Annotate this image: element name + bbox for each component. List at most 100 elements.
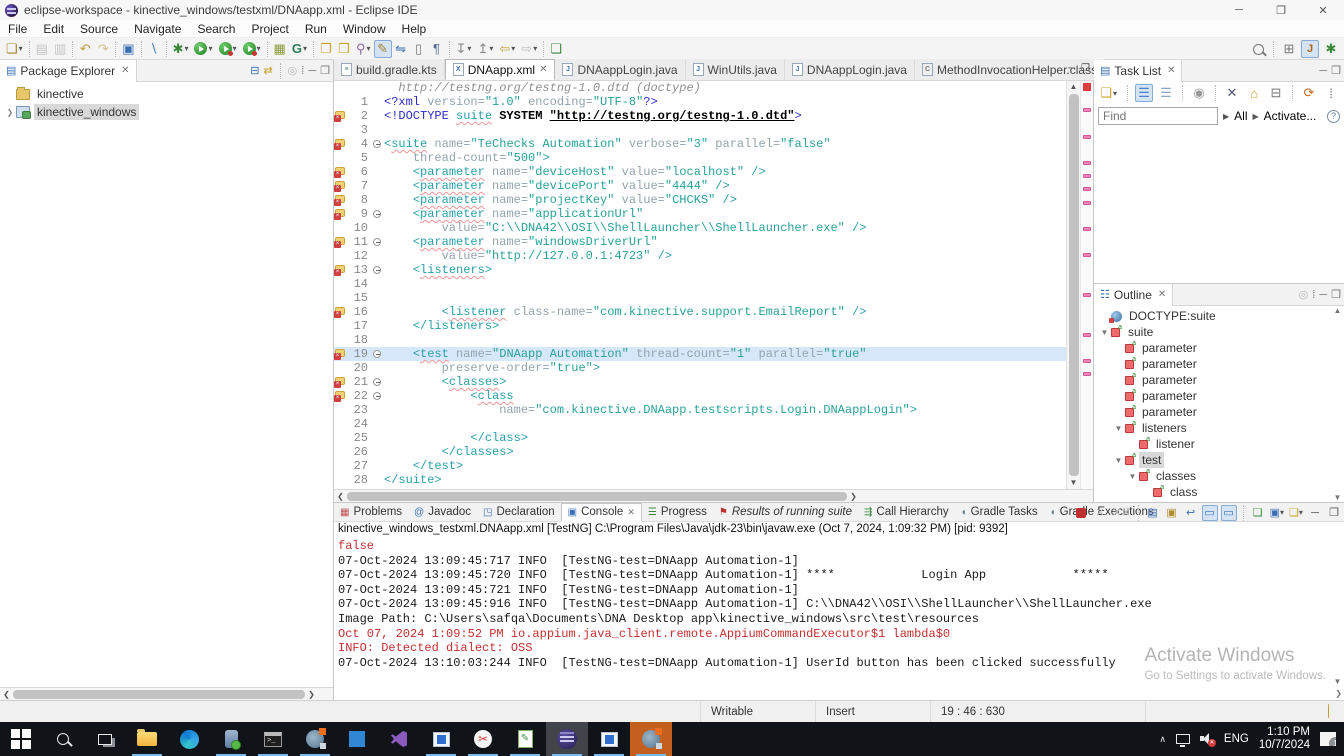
fold-minus-icon[interactable] <box>373 378 381 386</box>
menu-window[interactable]: Window <box>335 21 394 37</box>
close-icon[interactable]: ✕ <box>1167 65 1175 76</box>
close-button[interactable]: ✕ <box>1302 0 1344 20</box>
close-icon[interactable]: ✕ <box>1158 289 1166 300</box>
maximize-view-icon[interactable]: ❐ <box>1326 505 1342 521</box>
profile-icon[interactable]: ▾ <box>240 40 264 58</box>
view-tab-gradle-tasks[interactable]: ◖ Gradle Tasks <box>955 503 1044 522</box>
code-line[interactable]: 8 <parameter name="projectKey" value="CH… <box>334 193 1066 207</box>
minimize-view-icon[interactable]: ─ <box>1319 65 1327 77</box>
mark-occurrences-icon[interactable]: ∖ <box>145 40 163 58</box>
editor-tab-DNAappLogin.java[interactable]: J DNAappLogin.java <box>555 59 686 80</box>
tab-outline[interactable]: ☷ Outline ✕ <box>1094 283 1174 306</box>
open-new-window-icon[interactable]: ❏ <box>547 40 565 58</box>
remove-all-launches-icon[interactable]: ✕✕ <box>1111 505 1131 521</box>
debug-perspective-icon[interactable]: ✱ <box>1322 40 1340 58</box>
chevron-right-icon[interactable]: ❯ <box>4 108 16 117</box>
menu-help[interactable]: Help <box>394 21 435 37</box>
editor-tab-build.gradle.kts[interactable]: ≡ build.gradle.kts <box>334 59 445 80</box>
outline-item-parameter[interactable]: parameter <box>1094 340 1344 356</box>
terminate-icon[interactable] <box>1073 505 1089 521</box>
taskbar-task-view[interactable] <box>84 722 126 756</box>
outline-item-listener[interactable]: listener <box>1094 436 1344 452</box>
taskbar-vscode[interactable] <box>336 722 378 756</box>
code-line[interactable]: 17 </listeners> <box>334 319 1066 333</box>
tab-package-explorer[interactable]: ▤ Package Explorer ✕ <box>0 59 137 82</box>
taskbar-command-prompt[interactable]: >_ <box>252 722 294 756</box>
collapse-all-icon[interactable]: ⊟ <box>250 64 259 77</box>
group-by-category-icon[interactable]: ☰ <box>1135 84 1153 102</box>
outline-item-parameter[interactable]: parameter <box>1094 372 1344 388</box>
view-tab-problems[interactable]: ▦ Problems <box>334 503 408 522</box>
taskbar-appium[interactable] <box>294 722 336 756</box>
back-icon[interactable]: ⇦ ▾ <box>496 40 518 58</box>
code-line[interactable]: 6 <parameter name="deviceHost" value="lo… <box>334 165 1066 179</box>
annotation-mark[interactable] <box>1083 227 1091 231</box>
open-perspective-icon[interactable]: ⊞ <box>1280 40 1298 58</box>
prev-annotation-icon[interactable]: ↥ ▾ <box>474 40 496 58</box>
tree-item-kinective[interactable]: kinective <box>0 85 333 103</box>
code-line[interactable]: 3 <box>334 123 1066 137</box>
tree-item-kinective_windows[interactable]: ❯ kinective_windows <box>0 103 333 121</box>
code-line[interactable]: 26 </classes> <box>334 445 1066 459</box>
annotation-mark[interactable] <box>1083 174 1091 179</box>
code-line[interactable]: 5 thread-count="500"> <box>334 151 1066 165</box>
code-line[interactable]: 22 <class <box>334 389 1066 403</box>
close-icon[interactable]: ✕ <box>627 507 635 518</box>
taskbar-blue-app-2[interactable] <box>588 722 630 756</box>
editor-hscrollbar[interactable]: ❮ ❯ <box>334 489 1093 502</box>
menu-source[interactable]: Source <box>72 21 126 37</box>
minimize-button[interactable]: ─ <box>1218 0 1260 20</box>
taskbar-file-explorer[interactable] <box>126 722 168 756</box>
open-console-view-icon[interactable]: ▣ <box>119 40 137 58</box>
taskbar-search[interactable] <box>42 722 84 756</box>
chevron-down-icon[interactable]: ▼ <box>1098 328 1111 337</box>
view-tab-results-of-running-suite[interactable]: ⚑ Results of running suite <box>713 503 858 522</box>
save-icon[interactable]: ▤ <box>33 40 51 58</box>
view-tab-call-hierarchy[interactable]: ⇶ Call Hierarchy <box>858 503 955 522</box>
code-line[interactable]: 20 preserve-order="true"> <box>334 361 1066 375</box>
clear-icon[interactable]: ✕ <box>1223 84 1241 102</box>
maximize-button[interactable]: ❐ <box>1260 0 1302 20</box>
menu-navigate[interactable]: Navigate <box>126 21 189 37</box>
code-line[interactable]: 2<!DOCTYPE suite SYSTEM "http://testng.o… <box>334 109 1066 123</box>
code-line[interactable]: 10 value="C:\\DNA42\\OSI\\ShellLauncher\… <box>334 221 1066 235</box>
debug-icon[interactable]: ✱ ▾ <box>170 40 192 58</box>
view-tab-declaration[interactable]: ◳ Declaration <box>477 503 561 522</box>
minimize-editor-icon[interactable]: ─ <box>1068 63 1075 74</box>
fold-minus-icon[interactable] <box>373 266 381 274</box>
annotation-mark[interactable] <box>1083 359 1091 363</box>
menu-file[interactable]: File <box>0 21 35 37</box>
menu-run[interactable]: Run <box>297 21 335 37</box>
coverage-icon[interactable]: ▦ <box>271 40 289 58</box>
show-stdin-icon[interactable]: ▭ <box>1220 504 1237 521</box>
taskbar-visual-studio[interactable] <box>378 722 420 756</box>
word-wrap-icon[interactable]: ↩ <box>1183 505 1199 521</box>
show-selected-element-icon[interactable]: ▯ <box>410 40 428 58</box>
code-line[interactable]: 4<suite name="TeChecks Automation" verbo… <box>334 137 1066 151</box>
tips-lightbulb-icon[interactable] <box>1328 704 1340 742</box>
view-tab-javadoc[interactable]: @ Javadoc <box>408 503 477 522</box>
outline-vscrollbar[interactable]: ▲ ▼ <box>1331 306 1344 502</box>
fold-minus-icon[interactable] <box>373 238 381 246</box>
menu-search[interactable]: Search <box>189 21 243 37</box>
go-home-icon[interactable]: ⌂ <box>1245 84 1263 102</box>
code-line[interactable]: 27 </test> <box>334 459 1066 473</box>
gradle-refresh-icon[interactable]: G ▾ <box>289 40 310 58</box>
clock[interactable]: 1:10 PM 10/7/2024 <box>1259 726 1310 752</box>
scroll-lock-icon[interactable]: ▣ <box>1164 505 1180 521</box>
code-line[interactable]: 18 <box>334 333 1066 347</box>
view-menu-icon[interactable]: ⁞ <box>301 65 304 77</box>
editor-tab-DNAapp.xml[interactable]: X DNAapp.xml ✕ <box>444 59 556 80</box>
show-console-output-icon[interactable]: ▤ <box>1145 505 1161 521</box>
annotation-mark[interactable] <box>1083 187 1091 192</box>
fold-minus-icon[interactable] <box>373 140 381 148</box>
annotation-mark[interactable] <box>1083 372 1091 377</box>
code-line[interactable]: 9 <parameter name="applicationUrl" <box>334 207 1066 221</box>
link-with-editor-icon[interactable]: ⇋ <box>392 40 410 58</box>
view-tab-progress[interactable]: ☰ Progress <box>642 503 713 522</box>
code-line[interactable]: 11 <parameter name="windowsDriverUrl" <box>334 235 1066 249</box>
remove-launch-icon[interactable]: ✕ <box>1092 505 1108 521</box>
outline-item-DOCTYPE:suite[interactable]: DOCTYPE:suite <box>1094 308 1344 324</box>
code-line[interactable]: 21 <classes> <box>334 375 1066 389</box>
code-line[interactable]: 25 </class> <box>334 431 1066 445</box>
